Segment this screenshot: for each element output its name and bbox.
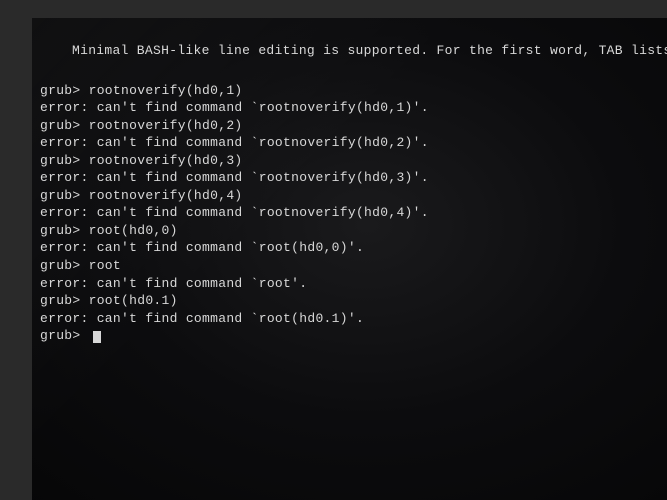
command-line: grub> root: [40, 257, 667, 275]
command-line: grub> rootnoverify(hd0,1): [40, 82, 667, 100]
command-text: root: [89, 258, 121, 273]
command-line: grub> rootnoverify(hd0,3): [40, 152, 667, 170]
grub-prompt: grub>: [40, 83, 89, 98]
grub-prompt: grub>: [40, 293, 89, 308]
terminal-output: grub> rootnoverify(hd0,1) error: can't f…: [40, 82, 667, 345]
grub-prompt: grub>: [40, 258, 89, 273]
command-line: grub> rootnoverify(hd0,2): [40, 117, 667, 135]
error-line: error: can't find command `root(hd0.1)'.: [40, 310, 667, 328]
error-line: error: can't find command `rootnoverify(…: [40, 99, 667, 117]
error-line: error: can't find command `rootnoverify(…: [40, 204, 667, 222]
grub-current-input[interactable]: grub>: [40, 327, 667, 345]
command-text: root(hd0,0): [89, 223, 178, 238]
error-line: error: can't find command `root(hd0,0)'.: [40, 239, 667, 257]
grub-prompt: grub>: [40, 118, 89, 133]
grub-prompt: grub>: [40, 153, 89, 168]
cursor-icon: [93, 331, 101, 343]
error-line: error: can't find command `root'.: [40, 275, 667, 293]
error-line: error: can't find command `rootnoverify(…: [40, 134, 667, 152]
grub-prompt: grub>: [40, 188, 89, 203]
command-line: grub> root(hd0.1): [40, 292, 667, 310]
grub-prompt: grub>: [40, 223, 89, 238]
error-line: error: can't find command `rootnoverify(…: [40, 169, 667, 187]
command-line: grub> root(hd0,0): [40, 222, 667, 240]
command-text: rootnoverify(hd0,1): [89, 83, 243, 98]
command-text: rootnoverify(hd0,3): [89, 153, 243, 168]
grub-prompt: grub>: [40, 327, 89, 345]
command-text: rootnoverify(hd0,2): [89, 118, 243, 133]
command-text: rootnoverify(hd0,4): [89, 188, 243, 203]
command-text: root(hd0.1): [89, 293, 178, 308]
command-line: grub> rootnoverify(hd0,4): [40, 187, 667, 205]
grub-header-hint: Minimal BASH-like line editing is suppor…: [40, 42, 667, 60]
